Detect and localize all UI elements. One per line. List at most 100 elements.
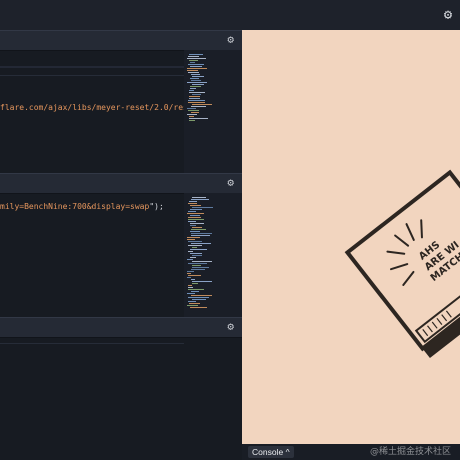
html-minimap[interactable] [184,50,242,173]
css-editor-pane: ⚙ mily=BenchNine:700&display=swap"); [0,173,242,317]
minimap-line [190,205,201,206]
minimap-line [191,291,199,292]
js-pane-header: ⚙ [0,317,242,338]
minimap-line [187,68,207,69]
js-editor-pane: ⚙ [0,317,242,460]
minimap-line [188,203,197,204]
minimap-line [188,102,205,103]
watermark: @稀土掘金技术社区 [370,447,452,457]
code-string: mily=BenchNine:700&display=swap [0,202,150,211]
minimap-line [188,72,199,73]
divider [0,66,184,68]
minimap-line [189,98,200,99]
minimap-line [192,227,202,228]
minimap-line [187,273,191,274]
minimap-line [191,295,212,296]
gear-icon[interactable]: ⚙ [227,177,234,189]
minimap-line [191,243,211,244]
minimap-line [190,225,196,226]
minimap-line [189,303,200,304]
preview-pane[interactable]: AHS ARE WI MATCHES [242,30,460,444]
divider [0,75,184,76]
minimap-line [188,289,204,290]
minimap-line [190,88,196,89]
css-minimap[interactable] [184,193,242,317]
minimap-line [190,231,200,232]
minimap-line [191,269,205,270]
minimap-line [187,259,193,260]
minimap-line [188,217,201,218]
minimap-line [189,60,198,61]
minimap-line [192,247,197,248]
minimap-line [192,299,206,300]
minimap-line [190,209,202,210]
minimap-line [188,211,196,212]
minimap-line [190,86,201,87]
minimap-line [190,249,207,250]
minimap-line [191,112,199,113]
minimap-line [187,237,200,238]
minimap-line [192,197,206,198]
minimap-line [187,70,198,71]
minimap-line [188,275,201,276]
minimap-line [190,78,199,79]
minimap-line [191,229,206,230]
gear-icon[interactable]: ⚙ [227,321,234,333]
minimap-line [188,56,199,57]
minimap-line [189,201,197,202]
top-toolbar: ⚙ [0,0,460,30]
minimap-line [191,106,206,107]
minimap-line [187,239,195,240]
minimap-line [191,80,201,81]
gear-icon[interactable]: ⚙ [441,8,455,22]
minimap-line [190,257,196,258]
minimap-line [189,120,195,121]
minimap-line [187,213,204,214]
minimap-line [187,58,206,59]
minimap-line [188,301,196,302]
minimap-line [188,287,193,288]
minimap-line [188,297,209,298]
minimap-line [190,215,200,216]
minimap-line [188,221,196,222]
minimap-line [190,66,202,67]
minimap-line [191,199,209,200]
minimap-line [189,96,200,97]
minimap-line [187,82,207,83]
minimap-line [189,116,194,117]
minimap-line [192,84,204,85]
editor-column: ⚙ flare.com/ajax/libs/meyer-reset/2.0/re… [0,30,242,460]
minimap-line [187,293,195,294]
minimap-line [189,90,194,91]
minimap-line [188,285,192,286]
matchbook-illustration: AHS ARE WI MATCHES [344,169,460,359]
minimap-line [191,235,210,236]
console-label: Console [252,447,284,457]
minimap-line [188,100,205,101]
minimap-line [187,277,191,278]
minimap-line [187,271,194,272]
minimap-line [191,233,212,234]
html-pane-header: ⚙ [0,30,242,51]
minimap-line [189,54,203,55]
minimap-line [192,265,201,266]
minimap-line [190,307,207,308]
code-punctuation: "); [149,202,164,211]
minimap-line [192,255,202,256]
minimap-line [190,62,195,63]
minimap-line [192,283,198,284]
minimap-line [189,92,205,93]
code-line[interactable]: mily=BenchNine:700&display=swap"); [0,201,164,213]
console-button[interactable]: Console ^ [248,446,294,458]
minimap-line [191,74,200,75]
divider [0,343,184,344]
minimap-line [187,305,198,306]
minimap-line [188,241,202,242]
minimap-line [188,263,207,264]
minimap-line [187,108,196,109]
css-pane-header: ⚙ [0,173,242,194]
minimap-line [190,253,202,254]
minimap-line [192,76,204,77]
minimap-line [188,219,204,220]
gear-icon[interactable]: ⚙ [227,34,234,46]
